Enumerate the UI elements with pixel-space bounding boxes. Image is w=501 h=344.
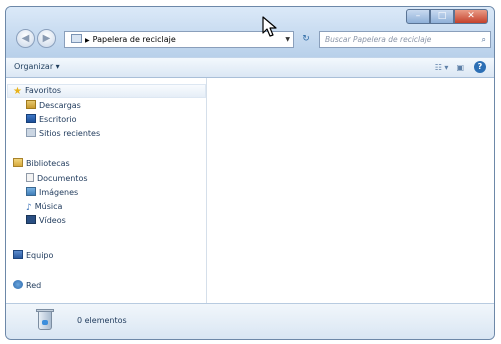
folder-icon [71,34,82,43]
nav-item-downloads[interactable]: Descargas [26,99,81,112]
nav-item-label: Escritorio [39,115,77,124]
nav-computer[interactable]: Equipo [13,249,53,262]
forward-arrow-icon: ▶ [42,33,51,44]
view-options-icon[interactable]: ☷ ▾ [435,63,449,72]
back-arrow-icon: ◀ [21,33,30,44]
window-controls: – □ ✕ [406,9,488,24]
toolbar-icons: ☷ ▾ ▣ ? [427,61,486,73]
preview-pane-icon[interactable]: ▣ [456,63,464,72]
nav-item-label: Música [34,202,63,211]
video-icon [26,215,36,224]
nav-item-desktop[interactable]: Escritorio [26,113,77,126]
organize-button[interactable]: Organizar ▾ [14,62,60,71]
picture-icon [26,187,36,196]
star-icon: ★ [13,86,22,97]
nav-favorites[interactable]: ★ Favoritos [13,84,61,97]
nav-item-music[interactable]: ♪ Música [26,200,62,213]
library-icon [13,158,23,167]
search-placeholder: Buscar Papelera de reciclaje [325,35,432,44]
recycle-bin-icon [36,309,54,330]
details-pane: 0 elementos [6,303,494,339]
breadcrumb-recycle-bin[interactable]: Papelera de reciclaje [93,35,176,44]
address-bar[interactable]: ▶ Papelera de reciclaje ▼ [64,31,294,48]
item-count: 0 elementos [77,316,127,325]
nav-item-label: Descargas [39,101,81,110]
document-icon [26,173,34,182]
navigation-pane: ★ Favoritos Descargas Escritorio Sitios r… [6,78,207,303]
recycle-logo-icon [42,320,48,325]
minimize-button[interactable]: – [406,9,430,24]
search-icon[interactable]: ⌕ [482,32,486,47]
mouse-cursor-icon [262,16,277,37]
search-input[interactable]: Buscar Papelera de reciclaje ⌕ [319,31,491,48]
breadcrumb-arrow-icon: ▶ [85,37,90,44]
close-button[interactable]: ✕ [454,9,488,24]
desktop-icon [26,114,36,123]
back-button[interactable]: ◀ [16,29,35,48]
network-icon [13,280,23,289]
nav-buttons: ◀ ▶ [16,29,58,48]
nav-item-documents[interactable]: Documentos [26,172,88,185]
nav-network-label: Red [26,281,42,290]
nav-libraries[interactable]: Bibliotecas [13,157,70,170]
nav-item-images[interactable]: Imágenes [26,186,78,199]
nav-item-label: Sitios recientes [39,129,101,138]
refresh-icon[interactable]: ↻ [298,32,314,47]
content-area: ★ Favoritos Descargas Escritorio Sitios r… [6,78,494,303]
nav-item-videos[interactable]: Vídeos [26,214,66,227]
maximize-button[interactable]: □ [430,9,454,24]
downloads-folder-icon [26,100,36,109]
nav-item-recent-places[interactable]: Sitios recientes [26,127,100,140]
address-dropdown-icon[interactable]: ▼ [285,32,290,47]
nav-favorites-label: Favoritos [24,86,62,95]
nav-network[interactable]: Red [13,279,41,292]
nav-item-label: Vídeos [39,216,66,225]
nav-libraries-label: Bibliotecas [26,159,70,168]
file-list-pane[interactable] [207,78,494,303]
title-bar: – □ ✕ ◀ ▶ ▶ Papelera de reciclaje ▼ ↻ Bus… [6,7,494,57]
computer-icon [13,250,23,259]
recent-places-icon [26,128,36,137]
nav-item-label: Documentos [37,174,88,183]
nav-computer-label: Equipo [26,251,54,260]
help-icon[interactable]: ? [474,61,486,73]
command-bar: Organizar ▾ ☷ ▾ ▣ ? [6,57,494,78]
explorer-window: – □ ✕ ◀ ▶ ▶ Papelera de reciclaje ▼ ↻ Bus… [5,6,495,340]
forward-button[interactable]: ▶ [37,29,56,48]
nav-item-label: Imágenes [39,188,79,197]
